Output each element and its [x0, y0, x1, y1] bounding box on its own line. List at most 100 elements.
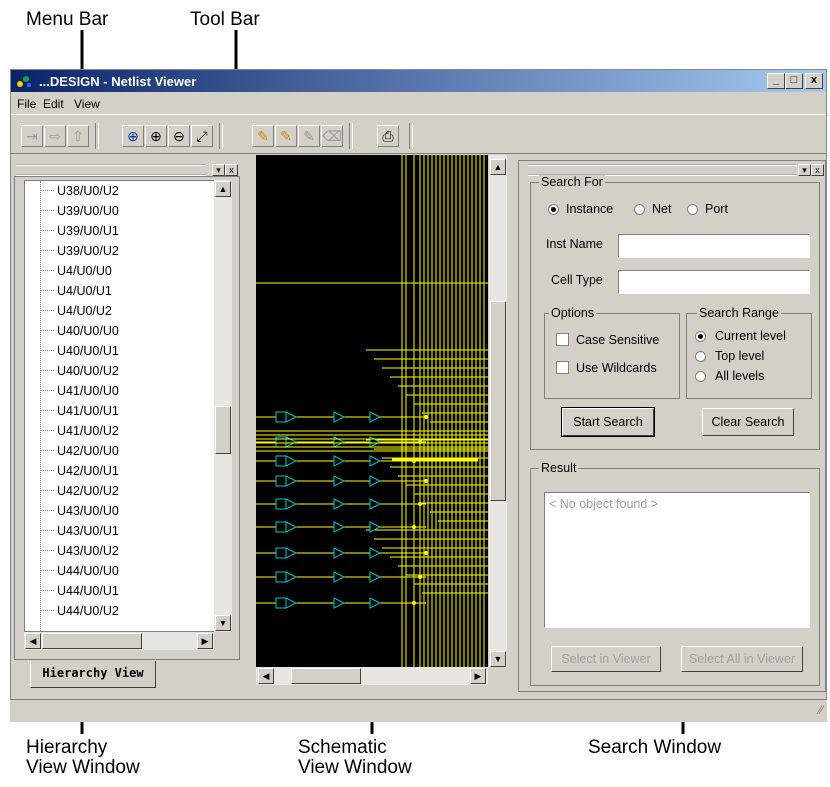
tree-item[interactable]: U43/U0/U1: [25, 521, 214, 541]
tree-item[interactable]: U4/U0/U0: [25, 261, 214, 281]
current-level-label: Current level: [715, 329, 786, 343]
tree-item[interactable]: U40/U0/U2: [25, 361, 214, 381]
schematic-vertical-scrollbar[interactable]: ▲ ▼: [489, 155, 507, 667]
hierarchy-pane-grip[interactable]: [16, 164, 206, 176]
tab-hierarchy-view[interactable]: Hierarchy View: [30, 661, 156, 688]
push-into-icon[interactable]: ⇥: [21, 125, 43, 147]
clear-search-button[interactable]: Clear Search: [702, 408, 794, 436]
tree-item-label: U42/U0/U0: [57, 444, 119, 458]
result-list[interactable]: < No object found >: [544, 492, 810, 628]
print-icon[interactable]: ⎙: [377, 125, 399, 147]
tree-item[interactable]: U40/U0/U0: [25, 321, 214, 341]
schematic-cell: [285, 455, 298, 467]
scroll-left-icon[interactable]: ◀: [258, 668, 274, 684]
go-top-icon[interactable]: ⇧: [67, 125, 89, 147]
cell-type-field[interactable]: [618, 270, 810, 294]
tree-item-label: U42/U0/U2: [57, 484, 119, 498]
tree-item[interactable]: U42/U0/U2: [25, 481, 214, 501]
scroll-down-icon[interactable]: ▼: [215, 615, 231, 631]
case-sensitive-label: Case Sensitive: [576, 333, 660, 347]
tree-item-label: U41/U0/U0: [57, 384, 119, 398]
instance-radio[interactable]: [548, 204, 559, 215]
use-wildcards-checkbox[interactable]: [556, 361, 569, 374]
inst-name-field[interactable]: [618, 234, 810, 258]
schematic-scroll-thumb[interactable]: [490, 301, 506, 501]
scroll-left-icon[interactable]: ◀: [25, 633, 41, 649]
highlight-add-icon[interactable]: ✎: [275, 125, 297, 147]
schematic-cell: [285, 571, 298, 583]
menu-edit[interactable]: Edit: [43, 97, 64, 111]
tool-bar: ⇥ ⇨ ⇧ ⊕ ⊕ ⊖ ⤢ ✎ ✎ ✎ ⌫ ⎙: [11, 114, 826, 154]
zoom-out-icon[interactable]: ⊖: [168, 125, 190, 147]
tree-item[interactable]: U41/U0/U0: [25, 381, 214, 401]
tree-item[interactable]: U41/U0/U1: [25, 401, 214, 421]
scroll-up-icon[interactable]: ▲: [490, 159, 506, 175]
tree-item[interactable]: U41/U0/U2: [25, 421, 214, 441]
schematic-view[interactable]: [256, 155, 488, 667]
tree-connector: [40, 230, 54, 231]
tree-connector: [40, 210, 54, 211]
tree-connector: [40, 310, 54, 311]
scroll-down-icon[interactable]: ▼: [490, 651, 506, 667]
minimize-button[interactable]: _: [767, 73, 785, 89]
schematic-cell: [369, 547, 382, 559]
tree-item-label: U38/U0/U2: [57, 184, 119, 198]
hierarchy-pane-menu-icon[interactable]: ▾: [212, 164, 225, 176]
search-pane-menu-icon[interactable]: ▾: [798, 164, 811, 176]
tree-item[interactable]: U43/U0/U2: [25, 541, 214, 561]
tree-connector: [40, 370, 54, 371]
hierarchy-scroll-thumb[interactable]: [215, 406, 231, 454]
instance-label: Instance: [566, 202, 614, 216]
unhighlight-icon[interactable]: ✎: [298, 125, 320, 147]
tree-item[interactable]: U38/U0/U2: [25, 181, 214, 201]
select-in-viewer-button[interactable]: Select in Viewer: [551, 646, 661, 672]
fit-all-icon[interactable]: ⤢: [191, 125, 213, 147]
tree-item[interactable]: U4/U0/U2: [25, 301, 214, 321]
menu-view[interactable]: View: [74, 97, 100, 111]
tree-item[interactable]: U42/U0/U1: [25, 461, 214, 481]
tree-item[interactable]: U39/U0/U0: [25, 201, 214, 221]
menu-file[interactable]: File: [17, 97, 36, 111]
eraser-icon[interactable]: ⌫: [321, 125, 343, 147]
net-radio[interactable]: [634, 204, 645, 215]
maximize-button[interactable]: □: [785, 73, 803, 89]
tree-item[interactable]: U4/U0/U1: [25, 281, 214, 301]
schematic-cell: [275, 521, 287, 533]
schematic-horizontal-scrollbar[interactable]: ◀ ▶: [256, 667, 488, 685]
current-level-radio[interactable]: [695, 331, 706, 342]
hierarchy-hscroll-thumb[interactable]: [42, 633, 142, 649]
zoom-in-icon[interactable]: ⊕: [145, 125, 167, 147]
scroll-right-icon[interactable]: ▶: [470, 668, 486, 684]
tree-item[interactable]: U44/U0/U2: [25, 601, 214, 621]
tree-item[interactable]: U40/U0/U1: [25, 341, 214, 361]
hierarchy-pane-close-icon[interactable]: x: [225, 164, 238, 176]
port-radio[interactable]: [687, 204, 698, 215]
tree-item[interactable]: U44/U0/U0: [25, 561, 214, 581]
schematic-junction: [424, 479, 428, 483]
all-levels-radio[interactable]: [695, 371, 706, 382]
start-search-button[interactable]: Start Search: [561, 407, 655, 437]
tree-item[interactable]: U43/U0/U0: [25, 501, 214, 521]
top-level-radio[interactable]: [695, 351, 706, 362]
scroll-right-icon[interactable]: ▶: [197, 633, 213, 649]
search-pane-close-icon[interactable]: x: [811, 164, 824, 176]
select-all-in-viewer-button[interactable]: Select All in Viewer: [681, 646, 803, 672]
schematic-cell: [333, 498, 346, 510]
tree-item[interactable]: U39/U0/U2: [25, 241, 214, 261]
scroll-up-icon[interactable]: ▲: [215, 181, 231, 197]
tree-item-label: U40/U0/U2: [57, 364, 119, 378]
tree-item[interactable]: U44/U0/U1: [25, 581, 214, 601]
schematic-hscroll-thumb[interactable]: [291, 668, 361, 684]
close-button[interactable]: x: [805, 73, 823, 89]
schematic-cell: [369, 571, 382, 583]
tree-item[interactable]: U39/U0/U1: [25, 221, 214, 241]
hierarchy-vertical-scrollbar[interactable]: ▲ ▼: [214, 180, 232, 632]
schematic-cell: [285, 498, 298, 510]
schematic-cell: [275, 411, 287, 423]
hierarchy-horizontal-scrollbar[interactable]: ◀ ▶: [24, 632, 214, 650]
case-sensitive-checkbox[interactable]: [556, 333, 569, 346]
pop-out-icon[interactable]: ⇨: [44, 125, 66, 147]
tree-item[interactable]: U42/U0/U0: [25, 441, 214, 461]
zoom-area-icon[interactable]: ⊕: [122, 125, 144, 147]
highlight-icon[interactable]: ✎: [252, 125, 274, 147]
